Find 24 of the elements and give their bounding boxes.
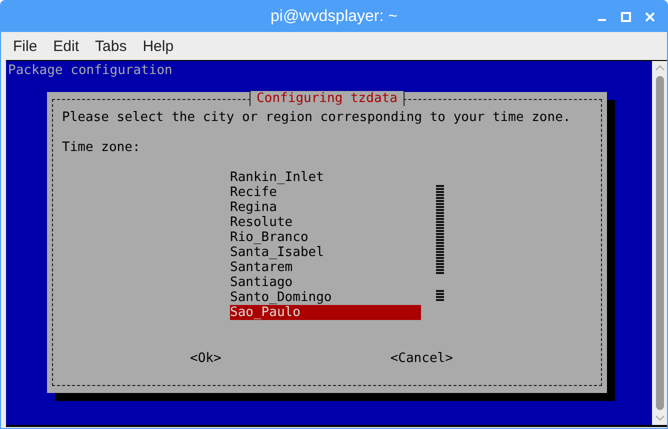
list-item[interactable]: Santarem [230,260,421,275]
scroll-thumb[interactable] [656,76,664,410]
menu-item[interactable]: File [5,38,46,54]
list-item[interactable]: Regina [230,200,421,215]
header-text: Package configuration [7,62,174,78]
list-item[interactable]: Santa_Isabel [230,245,421,260]
dialog-button[interactable]: <Cancel> [390,351,453,366]
list-item[interactable]: Rankin_Inlet [230,170,421,185]
menu-item[interactable]: Edit [45,38,88,54]
list-item[interactable]: Santo_Domingo [230,290,421,305]
menu-item[interactable]: Tabs [87,38,135,54]
field-label: Time zone: [62,140,142,155]
list-item[interactable]: Rio_Branco [230,230,421,245]
list-item[interactable]: Sao_Paulo [230,305,421,320]
close-icon[interactable] [645,12,655,22]
list-item[interactable]: Recife [230,185,421,200]
list-item[interactable]: Santiago [230,275,421,290]
dialog-title: Configuring tzdata [250,91,404,106]
menu-item[interactable]: Help [134,38,182,54]
dialog-button[interactable]: <Ok> [190,351,222,366]
prompt-text: Please select the city or region corresponding to your time zone. [62,110,572,125]
list-item[interactable]: Resolute [230,215,421,230]
maximize-icon[interactable] [621,12,631,22]
window-title: pi@wvdsplayer: ~ [270,8,398,26]
